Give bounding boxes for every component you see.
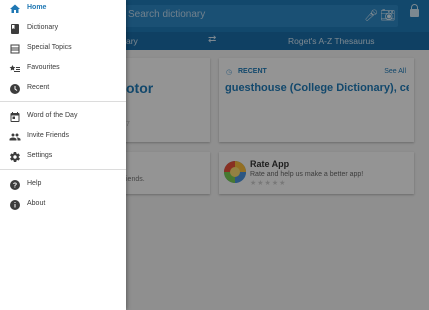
drawer-item-favourites[interactable]: Favourites — [0, 60, 126, 78]
drawer-item-about[interactable]: About — [0, 196, 126, 214]
drawer-item-special-topics[interactable]: Special Topics — [0, 40, 126, 58]
drawer-item-dictionary[interactable]: Dictionary — [0, 20, 126, 38]
drawer-item-label: Help — [27, 180, 42, 187]
drawer-item-label: Favourites — [27, 64, 60, 71]
drawer-divider — [0, 101, 126, 102]
drawer-item-label: Home — [27, 4, 47, 11]
drawer-item-invite-friends[interactable]: Invite Friends — [0, 128, 126, 146]
info-icon — [9, 199, 21, 211]
drawer-item-label: Dictionary — [27, 24, 59, 31]
calendar-icon — [9, 111, 21, 123]
drawer-item-label: Invite Friends — [27, 132, 70, 139]
drawer-item-label: Recent — [27, 84, 50, 91]
navigation-drawer: Home Dictionary Special Topics Favourite… — [0, 0, 126, 310]
drawer-item-help[interactable]: ? Help — [0, 176, 126, 194]
clock-icon — [9, 83, 21, 95]
star-list-icon — [9, 63, 21, 75]
book-icon — [9, 23, 21, 35]
home-icon — [9, 3, 21, 15]
drawer-item-home[interactable]: Home — [0, 0, 126, 18]
drawer-item-word-of-the-day[interactable]: Word of the Day — [0, 108, 126, 126]
drawer-item-label: About — [27, 200, 46, 207]
drawer-divider — [0, 169, 126, 170]
drawer-item-label: Special Topics — [27, 44, 72, 51]
drawer-item-label: Settings — [27, 152, 53, 159]
help-icon: ? — [9, 179, 21, 191]
people-icon — [9, 131, 21, 143]
gear-icon — [9, 151, 21, 163]
svg-text:?: ? — [13, 183, 17, 190]
drawer-item-settings[interactable]: Settings — [0, 148, 126, 166]
topics-icon — [9, 43, 21, 55]
drawer-item-recent[interactable]: Recent — [0, 80, 126, 98]
drawer-item-label: Word of the Day — [27, 112, 78, 119]
